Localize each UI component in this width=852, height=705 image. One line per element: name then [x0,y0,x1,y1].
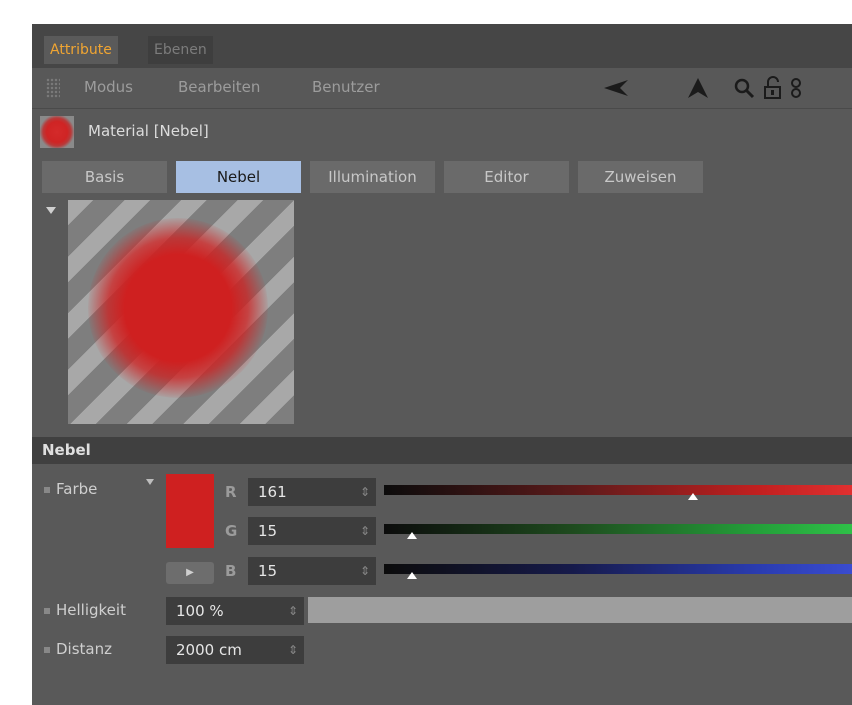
tab-attribute[interactable]: Attribute [44,36,118,64]
fog-preview-blob [88,218,268,398]
spinner-icon[interactable]: ⇕ [360,478,370,506]
helligkeit-label-text: Helligkeit [56,601,126,619]
menu-modus[interactable]: Modus [84,78,133,96]
distanz-field[interactable]: 2000 cm ⇕ [166,636,304,664]
spinner-icon[interactable]: ⇕ [288,597,298,625]
menu-bar: Modus Bearbeiten Benutzer [32,68,852,109]
r-slider[interactable] [384,485,852,500]
r-value: 161 [258,483,287,501]
tab-nebel[interactable]: Nebel [176,161,304,193]
link-icon[interactable] [790,76,804,105]
material-preview [68,200,294,424]
menu-benutzer[interactable]: Benutzer [312,78,380,96]
r-value-field[interactable]: 161 ⇕ [248,478,376,506]
distanz-value: 2000 cm [176,641,242,659]
section-nebel: Nebel [32,437,852,464]
b-value: 15 [258,562,278,580]
chevron-down-icon[interactable] [146,479,154,485]
tab-ebenen[interactable]: Ebenen [148,36,213,64]
back-arrow-icon[interactable] [602,76,630,105]
tab-editor[interactable]: Editor [444,161,572,193]
farbe-label: Farbe [44,480,97,498]
helligkeit-label: Helligkeit [44,601,126,619]
b-slider-handle[interactable] [407,572,418,579]
bullet-icon [44,646,50,653]
spinner-icon[interactable]: ⇕ [360,517,370,545]
material-header: Material [Nebel] [32,114,852,148]
g-slider-handle[interactable] [407,532,418,539]
helligkeit-value: 100 % [176,602,224,620]
b-value-field[interactable]: 15 ⇕ [248,557,376,585]
b-slider[interactable] [384,564,852,579]
lock-icon[interactable] [762,76,784,105]
attribute-manager-panel: Attribute Ebenen Modus Bearbeiten Benutz… [32,24,852,705]
spinner-icon[interactable]: ⇕ [360,557,370,585]
collapse-triangle-icon[interactable] [46,207,56,214]
distanz-label: Distanz [44,640,112,658]
helligkeit-field[interactable]: 100 % ⇕ [166,597,304,625]
helligkeit-slider[interactable] [308,597,852,623]
up-arrow-icon[interactable] [686,76,710,105]
r-channel-label: R [225,483,237,501]
bullet-icon [44,486,50,493]
grip-handle[interactable] [46,78,60,98]
g-slider[interactable] [384,524,852,539]
tab-basis[interactable]: Basis [42,161,170,193]
section-title: Nebel [42,441,91,459]
menu-bearbeiten[interactable]: Bearbeiten [178,78,260,96]
color-swatch[interactable] [166,474,214,548]
b-channel-label: B [225,562,237,580]
material-swatch-icon [40,116,74,148]
g-value: 15 [258,522,278,540]
tab-zuweisen[interactable]: Zuweisen [578,161,706,193]
play-button[interactable]: ▶ [166,562,214,584]
spinner-icon[interactable]: ⇕ [288,636,298,664]
search-icon[interactable] [732,76,756,105]
g-value-field[interactable]: 15 ⇕ [248,517,376,545]
distanz-label-text: Distanz [56,640,112,658]
tab-illumination[interactable]: Illumination [310,161,438,193]
farbe-label-text: Farbe [56,480,98,498]
r-slider-handle[interactable] [687,493,698,500]
bullet-icon [44,607,50,614]
g-channel-label: G [225,522,238,540]
tab-bar: Attribute Ebenen [32,24,852,68]
material-title: Material [Nebel] [88,122,209,140]
